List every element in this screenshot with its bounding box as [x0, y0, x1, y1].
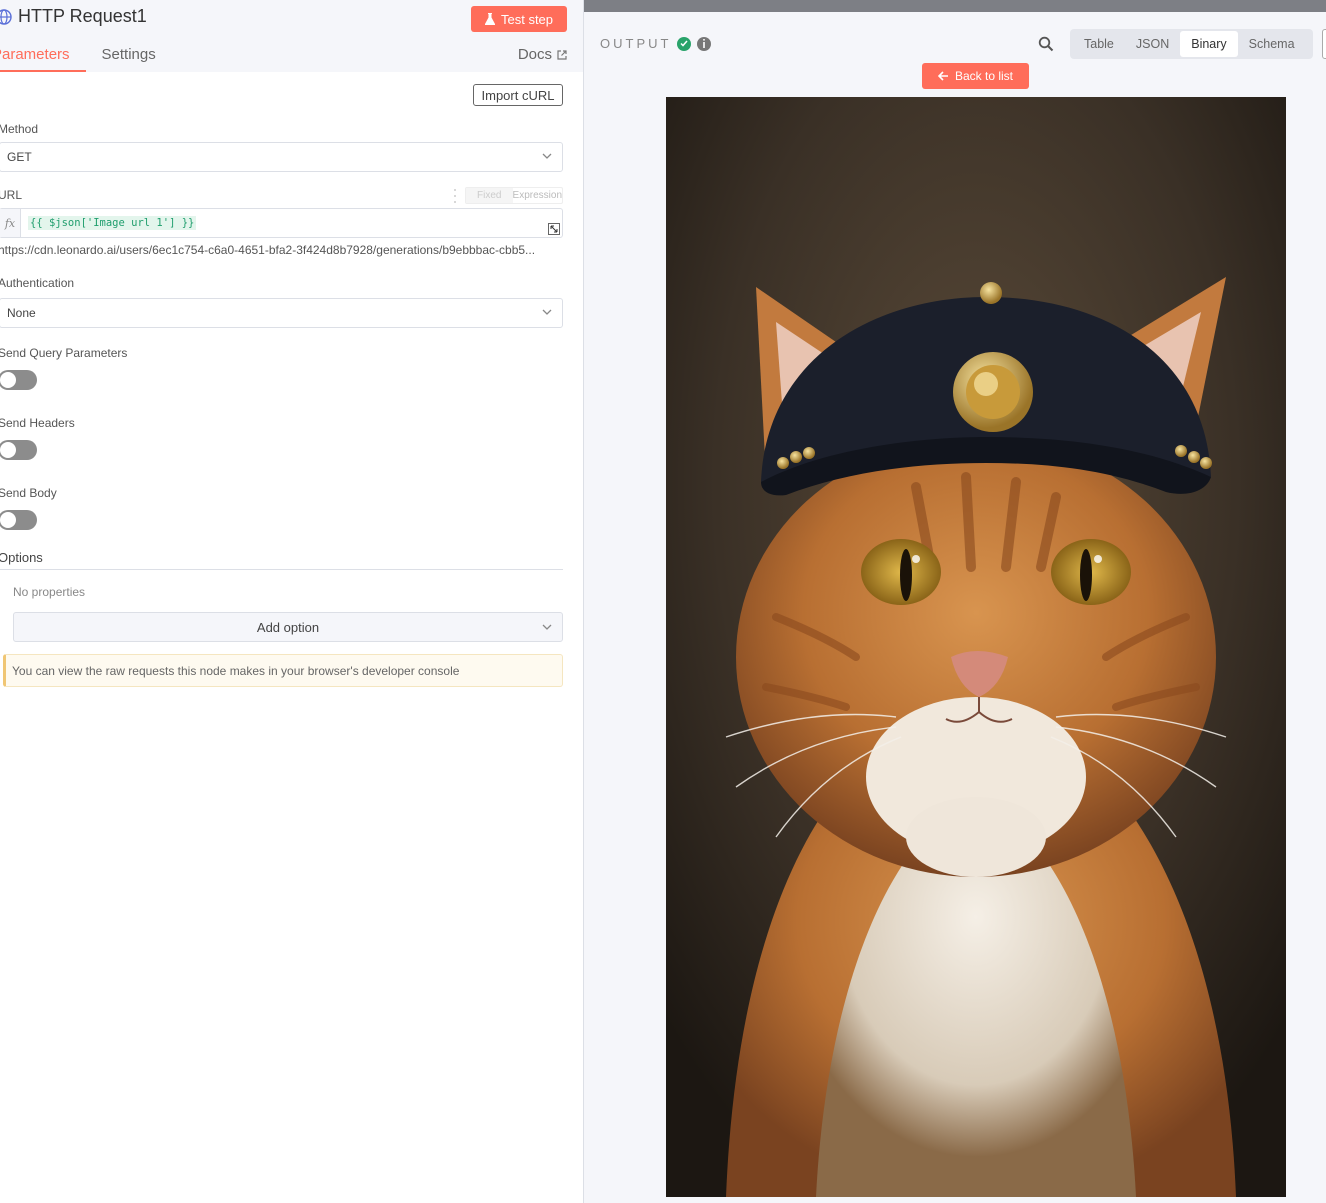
view-table-button[interactable]: Table [1073, 31, 1125, 57]
fx-icon: fx [0, 209, 21, 237]
external-link-icon [557, 49, 567, 60]
expand-icon[interactable] [548, 223, 560, 235]
binary-image-preview [666, 97, 1286, 1197]
node-title[interactable]: HTTP Request1 [0, 6, 147, 27]
developer-console-notice: You can view the raw requests this node … [3, 654, 563, 687]
send-headers-label: Send Headers [0, 416, 75, 430]
add-option-select[interactable]: Add option [13, 612, 563, 642]
import-curl-button[interactable]: Import cURL [473, 84, 563, 106]
options-divider [0, 569, 563, 570]
send-body-toggle[interactable] [0, 510, 37, 530]
output-top-bar [584, 0, 1326, 12]
send-query-toggle[interactable] [0, 370, 37, 390]
view-binary-button[interactable]: Binary [1180, 31, 1238, 57]
info-icon[interactable] [697, 36, 712, 51]
panel-header: HTTP Request1 Test step Parameters Setti… [0, 0, 583, 72]
output-label: OUTPUT [600, 36, 672, 51]
node-parameters-panel: HTTP Request1 Test step Parameters Setti… [0, 0, 584, 1203]
docs-link[interactable]: Docs [518, 46, 567, 63]
no-properties-text: No properties [13, 585, 86, 599]
authentication-label: Authentication [0, 276, 75, 290]
back-to-list-label: Back to list [954, 69, 1014, 83]
chevron-down-icon [542, 153, 552, 159]
url-resolved-preview: https://cdn.leonardo.ai/users/6ec1c754-c… [0, 243, 536, 257]
more-options-icon[interactable] [453, 189, 457, 203]
chevron-down-icon [542, 624, 552, 630]
url-expression-input[interactable]: fx {{ $json['Image url 1'] }} [0, 208, 563, 238]
url-mode-fixed[interactable]: Fixed [466, 188, 513, 203]
output-view-switch: Table JSON Binary Schema [1070, 29, 1313, 59]
output-heading: OUTPUT [600, 36, 712, 51]
search-icon[interactable] [1038, 36, 1054, 52]
options-heading: Options [0, 550, 43, 565]
authentication-value: None [7, 306, 36, 320]
method-select[interactable]: GET [0, 142, 563, 172]
url-expression-value: {{ $json['Image url 1'] }} [28, 216, 197, 230]
tab-settings[interactable]: Settings [86, 40, 172, 72]
panel-edge-button[interactable] [1322, 29, 1326, 59]
test-step-button[interactable]: Test step [471, 6, 567, 32]
globe-icon [0, 8, 12, 25]
method-label: Method [0, 122, 39, 136]
send-query-label: Send Query Parameters [0, 346, 128, 360]
tab-parameters[interactable]: Parameters [0, 40, 86, 72]
method-value: GET [7, 150, 32, 164]
back-to-list-button[interactable]: Back to list [922, 63, 1029, 89]
view-json-button[interactable]: JSON [1125, 31, 1180, 57]
authentication-select[interactable]: None [0, 298, 563, 328]
send-body-label: Send Body [0, 486, 57, 500]
success-check-icon [677, 36, 692, 51]
view-schema-button[interactable]: Schema [1238, 31, 1306, 57]
arrow-left-icon [937, 71, 948, 81]
test-step-label: Test step [500, 11, 554, 27]
panel-tabs: Parameters Settings [0, 40, 172, 72]
url-mode-toggle: Fixed Expression [465, 187, 563, 204]
url-label: URL [0, 188, 23, 202]
chevron-down-icon [542, 309, 552, 315]
docs-label: Docs [517, 46, 552, 63]
node-title-text: HTTP Request1 [18, 6, 147, 26]
output-panel: OUTPUT Table JSON Binary Schema Back to … [584, 0, 1326, 1203]
flask-icon [484, 13, 495, 25]
add-option-label: Add option [256, 619, 320, 635]
send-headers-toggle[interactable] [0, 440, 37, 460]
url-mode-expression[interactable]: Expression [513, 188, 562, 203]
cat-portrait-image [666, 97, 1286, 1197]
